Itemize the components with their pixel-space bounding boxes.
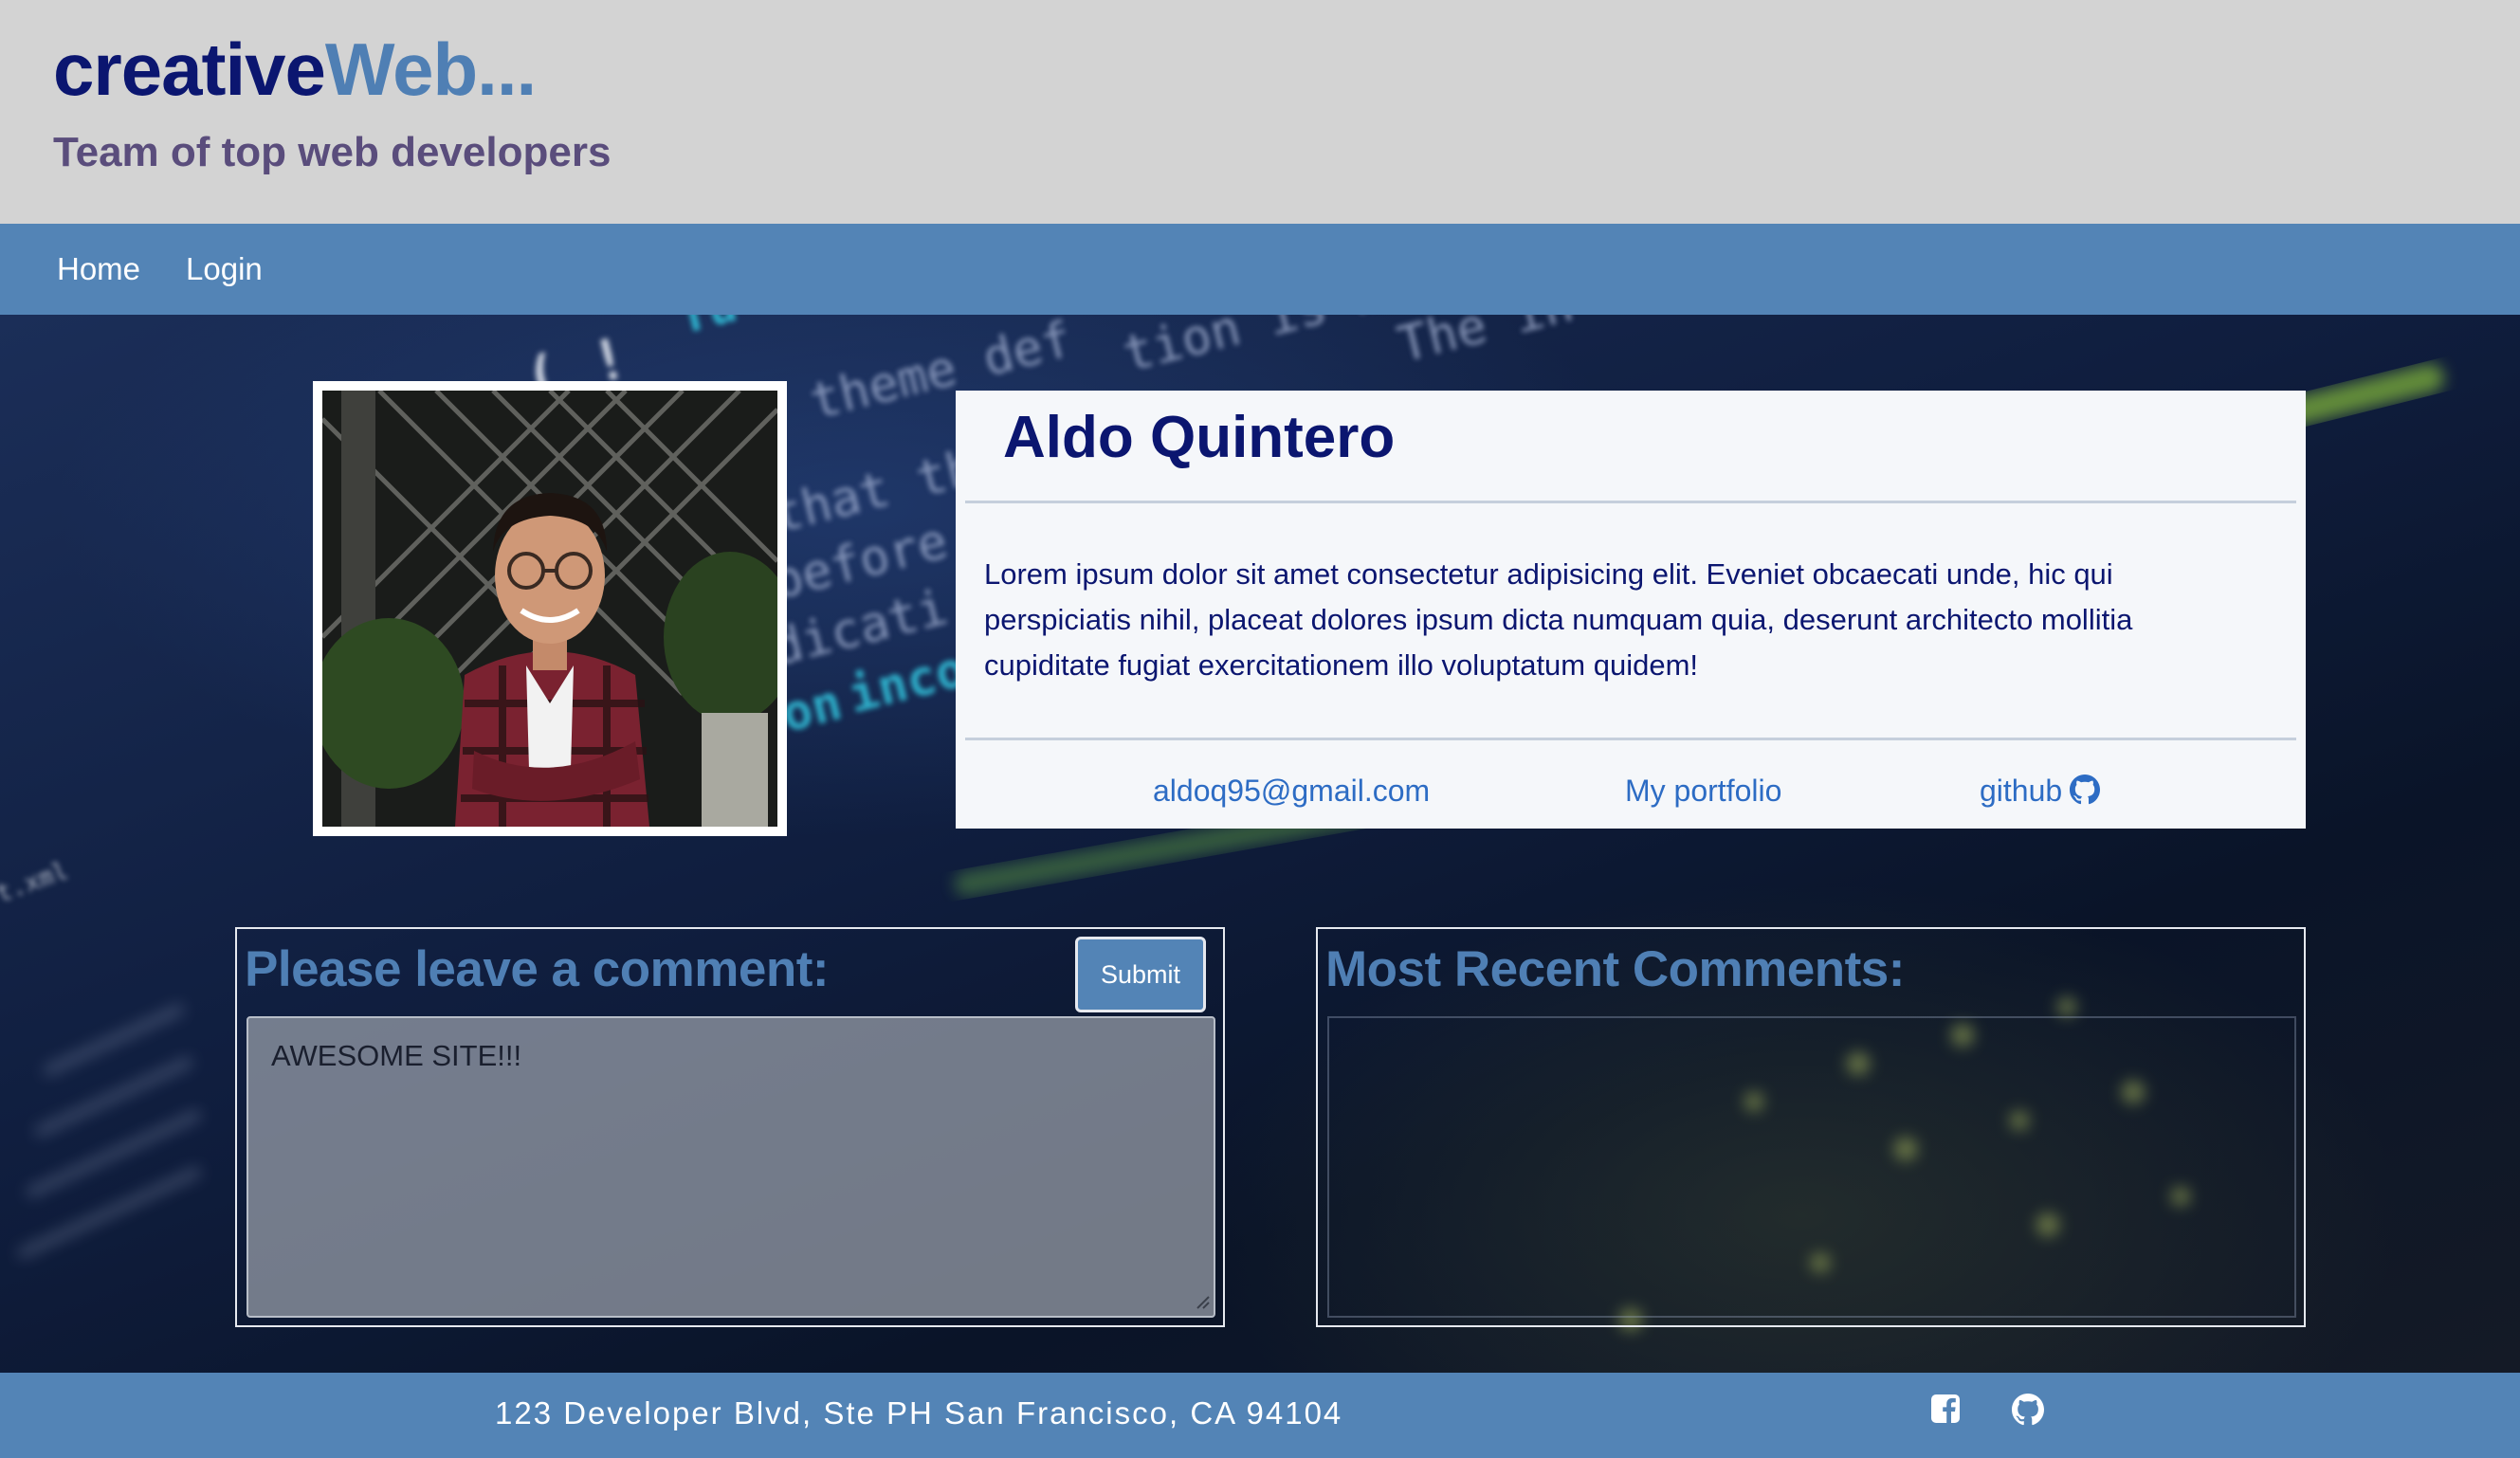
profile-links: aldoq95@gmail.com My portfolio github — [956, 774, 2306, 821]
site-footer: 123 Developer Blvd, Ste PH San Francisco… — [0, 1373, 2520, 1458]
recent-comments-list — [1327, 1016, 2296, 1318]
card-divider-bottom — [965, 738, 2296, 740]
profile-name: Aldo Quintero — [1003, 405, 1396, 470]
github-link[interactable]: github — [1980, 774, 2101, 812]
profile-bio: Lorem ipsum dolor sit amet consectetur a… — [984, 557, 2133, 682]
portfolio-link[interactable]: My portfolio — [1625, 774, 1781, 809]
tagline: Team of top web developers — [53, 129, 612, 175]
github-icon — [2070, 775, 2101, 812]
submit-button[interactable]: Submit — [1075, 937, 1206, 1012]
nav-home-link[interactable]: Home — [57, 251, 140, 287]
profile-photo-frame — [313, 381, 787, 836]
card-divider-top — [965, 501, 2296, 503]
svg-text:t.xml: t.xml — [0, 857, 72, 909]
resize-grip-icon[interactable] — [1195, 1294, 1210, 1314]
svg-text:The in: The in — [1393, 315, 1580, 374]
comment-form-panel: Please leave a comment: Submit AWESOME S… — [235, 927, 1225, 1327]
main-nav: Home Login — [0, 224, 2520, 315]
svg-text:Tu: Tu — [672, 315, 743, 346]
profile-photo — [322, 391, 777, 827]
svg-text:tion is m: tion is m — [1118, 315, 1391, 384]
site-header: creativeWeb... Team of top web developer… — [0, 0, 2520, 224]
recent-comments-title: Most Recent Comments: — [1325, 941, 1905, 997]
recent-comments-panel: Most Recent Comments: — [1316, 927, 2306, 1327]
profile-card: Aldo Quintero Lorem ipsum dolor sit amet… — [956, 391, 2306, 829]
nav-login-link[interactable]: Login — [186, 251, 263, 287]
github-link-label: github — [1980, 774, 2063, 808]
facebook-square-icon[interactable] — [1930, 1394, 1961, 1429]
footer-github-icon[interactable] — [2012, 1394, 2044, 1431]
brand-part-creative: creative — [53, 27, 326, 111]
footer-address: 123 Developer Blvd, Ste PH San Francisco… — [495, 1395, 1343, 1431]
email-link[interactable]: aldoq95@gmail.com — [1153, 774, 1430, 809]
brand-logo[interactable]: creativeWeb... — [53, 27, 537, 113]
brand-part-web: Web... — [324, 27, 537, 111]
comment-form-title: Please leave a comment: — [245, 941, 830, 997]
comment-textarea[interactable]: AWESOME SITE!!! — [247, 1016, 1215, 1318]
